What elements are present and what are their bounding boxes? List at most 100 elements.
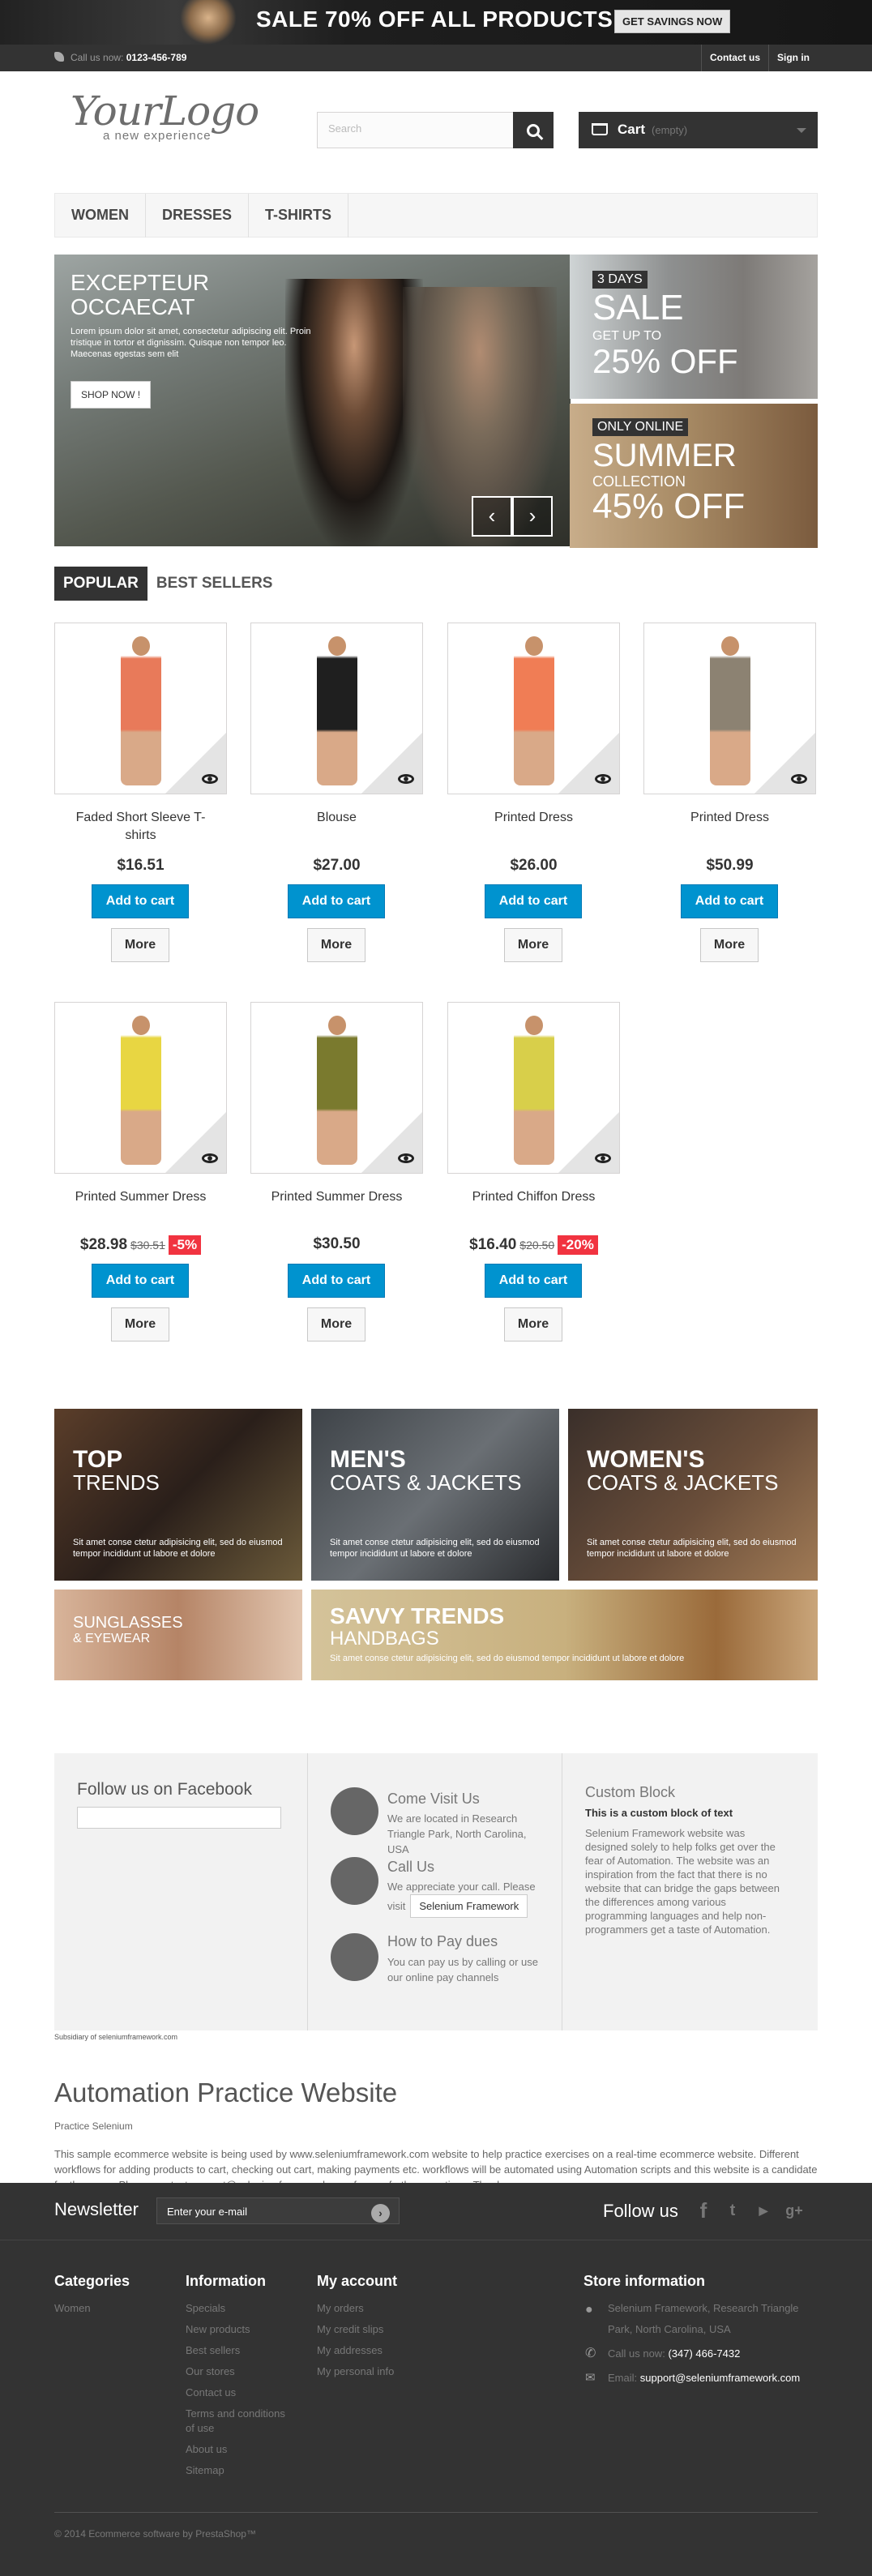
more-button[interactable]: More: [504, 1307, 562, 1341]
product-name[interactable]: Printed Summer Dress: [54, 1188, 227, 1206]
newsletter-email-input[interactable]: Enter your e-mail: [156, 2197, 400, 2224]
info-link-terms[interactable]: Terms and conditions of use: [186, 2403, 291, 2439]
more-button[interactable]: More: [111, 928, 169, 962]
visit-title: Come Visit Us: [387, 1791, 480, 1807]
eye-icon[interactable]: [595, 1153, 611, 1163]
banner-text: Sit amet conse ctetur adipisicing elit, …: [330, 1654, 685, 1663]
slider-prev-button[interactable]: ‹: [472, 496, 512, 537]
info-link-specials[interactable]: Specials: [186, 2298, 291, 2319]
tab-best-sellers[interactable]: BEST SELLERS: [147, 567, 282, 601]
menu-item-dresses[interactable]: DRESSES: [146, 194, 250, 237]
product-image[interactable]: [54, 623, 227, 794]
product-name[interactable]: Printed Summer Dress: [250, 1188, 423, 1206]
get-savings-button[interactable]: GET SAVINGS NOW: [614, 10, 731, 33]
add-to-cart-button[interactable]: Add to cart: [92, 1264, 189, 1298]
more-button[interactable]: More: [307, 928, 365, 962]
menu-item-women[interactable]: WOMEN: [55, 194, 146, 237]
banner-text: Sit amet conse ctetur adipisicing elit, …: [587, 1538, 797, 1559]
info-link-sitemap[interactable]: Sitemap: [186, 2460, 291, 2481]
banner-top-trends[interactable]: TOP TRENDS Sit amet conse ctetur adipisi…: [54, 1409, 302, 1581]
search-button[interactable]: [513, 112, 554, 148]
info-link-new-products[interactable]: New products: [186, 2319, 291, 2340]
promo-sale-banner[interactable]: 3 DAYS SALE GET UP TO 25% OFF: [570, 255, 818, 399]
categories-title: Categories: [54, 2273, 130, 2289]
product-image[interactable]: [54, 1002, 227, 1174]
more-button[interactable]: More: [700, 928, 759, 962]
search-input[interactable]: Search: [317, 112, 514, 148]
custom-block: Custom Block This is a custom block of t…: [562, 1753, 818, 2030]
banner-mens-coats[interactable]: MEN'S COATS & JACKETS Sit amet conse cte…: [311, 1409, 559, 1581]
menu-item-tshirts[interactable]: T-SHIRTS: [249, 194, 349, 237]
eye-icon[interactable]: [595, 774, 611, 784]
banner-sunglasses[interactable]: SUNGLASSES & EYEWEAR: [54, 1590, 302, 1680]
product-image[interactable]: [250, 1002, 423, 1174]
account-link-orders[interactable]: My orders: [317, 2298, 397, 2319]
product-name[interactable]: Faded Short Sleeve T-shirts: [54, 809, 227, 845]
product-image[interactable]: [643, 623, 816, 794]
logo[interactable]: YourLogo a new experience: [71, 91, 259, 144]
current-price: $26.00: [510, 857, 558, 874]
product-name[interactable]: Printed Dress: [447, 809, 620, 827]
map-marker-icon: ●: [585, 2303, 593, 2317]
more-button[interactable]: More: [504, 928, 562, 962]
eye-icon[interactable]: [398, 774, 414, 784]
contact-us-link[interactable]: Contact us: [700, 45, 768, 71]
facebook-block: Follow us on Facebook: [54, 1753, 308, 2030]
eye-icon[interactable]: [398, 1153, 414, 1163]
shop-now-button[interactable]: SHOP NOW !: [71, 381, 152, 409]
more-button[interactable]: More: [307, 1307, 365, 1341]
product-name[interactable]: Blouse: [250, 809, 423, 827]
footer-store-info: Store information ● Selenium Framework, R…: [583, 2273, 819, 2389]
banner-womens-coats[interactable]: WOMEN'S COATS & JACKETS Sit amet conse c…: [568, 1409, 818, 1581]
twitter-icon[interactable]: t: [722, 2199, 743, 2222]
selenium-framework-button[interactable]: Selenium Framework: [410, 1894, 528, 1918]
google-plus-icon[interactable]: g+: [784, 2199, 805, 2222]
product-name[interactable]: Printed Dress: [643, 809, 816, 827]
product-name[interactable]: Printed Chiffon Dress: [447, 1188, 620, 1206]
store-email-link[interactable]: support@seleniumframework.com: [640, 2372, 800, 2384]
product-model-figure: [317, 1016, 357, 1165]
account-link-addresses[interactable]: My addresses: [317, 2340, 397, 2361]
cart-dropdown[interactable]: Cart (empty): [579, 112, 818, 148]
eye-icon[interactable]: [202, 1153, 218, 1163]
product-tabs: POPULAR BEST SELLERS: [54, 567, 818, 601]
product-image[interactable]: [250, 623, 423, 794]
product-image[interactable]: [447, 1002, 620, 1174]
add-to-cart-button[interactable]: Add to cart: [288, 884, 385, 918]
account-link-personal-info[interactable]: My personal info: [317, 2361, 397, 2382]
info-link-contact-us[interactable]: Contact us: [186, 2382, 291, 2403]
add-to-cart-button[interactable]: Add to cart: [288, 1264, 385, 1298]
banner-savvy-handbags[interactable]: SAVVY TRENDS HANDBAGS Sit amet conse cte…: [311, 1590, 818, 1680]
info-link-best-sellers[interactable]: Best sellers: [186, 2340, 291, 2361]
youtube-icon[interactable]: ▶: [753, 2199, 774, 2222]
sign-in-link[interactable]: Sign in: [768, 45, 818, 71]
more-button[interactable]: More: [111, 1307, 169, 1341]
tab-popular[interactable]: POPULAR: [54, 567, 147, 601]
info-link-about-us[interactable]: About us: [186, 2439, 291, 2460]
category-link-women[interactable]: Women: [54, 2298, 130, 2319]
facebook-widget[interactable]: [77, 1807, 281, 1829]
banner-subheading: COATS & JACKETS: [330, 1470, 522, 1495]
info-link-our-stores[interactable]: Our stores: [186, 2361, 291, 2382]
eye-icon[interactable]: [791, 774, 807, 784]
promo-summer-banner[interactable]: ONLY ONLINE SUMMER COLLECTION 45% OFF: [570, 404, 818, 548]
cart-icon: [592, 123, 608, 135]
eye-icon[interactable]: [202, 774, 218, 784]
slider-next-button[interactable]: ›: [512, 496, 553, 537]
add-to-cart-button[interactable]: Add to cart: [92, 884, 189, 918]
homepage-slider[interactable]: EXCEPTEUR OCCAECAT Lorem ipsum dolor sit …: [54, 255, 571, 546]
top-promo-banner[interactable]: SALE 70% OFF ALL PRODUCTS GET SAVINGS NO…: [0, 0, 872, 45]
banner-model-image: [180, 0, 237, 45]
current-price: $30.50: [313, 1235, 361, 1252]
banner-heading: TOP: [73, 1446, 123, 1473]
newsletter-submit-icon[interactable]: ›: [371, 2204, 390, 2223]
account-link-credit-slips[interactable]: My credit slips: [317, 2319, 397, 2340]
add-to-cart-button[interactable]: Add to cart: [485, 1264, 582, 1298]
add-to-cart-button[interactable]: Add to cart: [681, 884, 778, 918]
product-image[interactable]: [447, 623, 620, 794]
current-price: $27.00: [313, 857, 361, 874]
quick-view-corner: [361, 1112, 422, 1173]
add-to-cart-button[interactable]: Add to cart: [485, 884, 582, 918]
product-price: $16.40 $20.50 -20%: [447, 1235, 620, 1255]
facebook-icon[interactable]: f: [693, 2199, 714, 2222]
